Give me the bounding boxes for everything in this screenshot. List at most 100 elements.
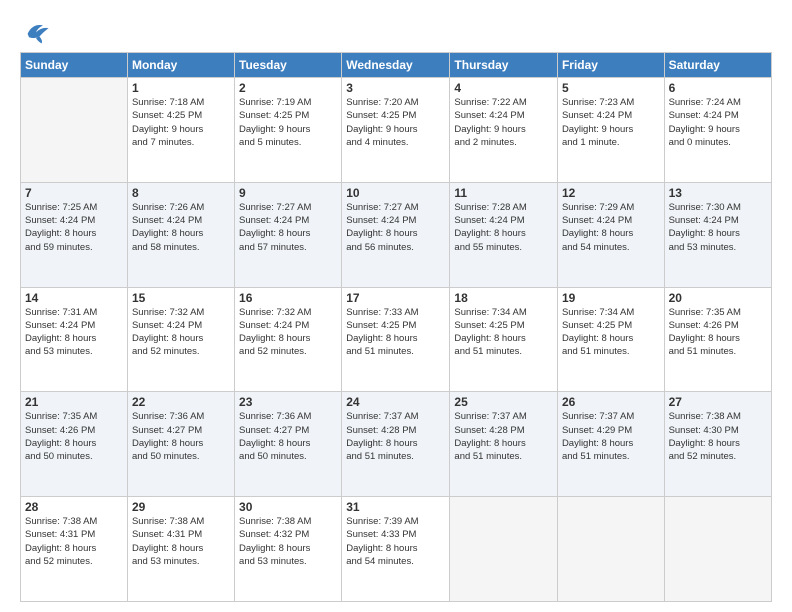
- day-number: 4: [454, 81, 553, 95]
- calendar-cell: 30Sunrise: 7:38 AMSunset: 4:32 PMDayligh…: [235, 497, 342, 602]
- day-number: 13: [669, 186, 767, 200]
- day-number: 30: [239, 500, 337, 514]
- day-info: Sunrise: 7:38 AMSunset: 4:31 PMDaylight:…: [25, 515, 123, 568]
- calendar-header-row: SundayMondayTuesdayWednesdayThursdayFrid…: [21, 53, 772, 78]
- calendar-cell: 6Sunrise: 7:24 AMSunset: 4:24 PMDaylight…: [664, 78, 771, 183]
- day-number: 16: [239, 291, 337, 305]
- weekday-header: Friday: [557, 53, 664, 78]
- day-number: 3: [346, 81, 445, 95]
- calendar-cell: 24Sunrise: 7:37 AMSunset: 4:28 PMDayligh…: [342, 392, 450, 497]
- day-info: Sunrise: 7:35 AMSunset: 4:26 PMDaylight:…: [25, 410, 123, 463]
- day-number: 18: [454, 291, 553, 305]
- day-info: Sunrise: 7:31 AMSunset: 4:24 PMDaylight:…: [25, 306, 123, 359]
- calendar-cell: 22Sunrise: 7:36 AMSunset: 4:27 PMDayligh…: [127, 392, 234, 497]
- day-info: Sunrise: 7:38 AMSunset: 4:32 PMDaylight:…: [239, 515, 337, 568]
- day-info: Sunrise: 7:22 AMSunset: 4:24 PMDaylight:…: [454, 96, 553, 149]
- day-info: Sunrise: 7:29 AMSunset: 4:24 PMDaylight:…: [562, 201, 660, 254]
- calendar-cell: 18Sunrise: 7:34 AMSunset: 4:25 PMDayligh…: [450, 287, 558, 392]
- day-info: Sunrise: 7:37 AMSunset: 4:28 PMDaylight:…: [454, 410, 553, 463]
- calendar-cell: 4Sunrise: 7:22 AMSunset: 4:24 PMDaylight…: [450, 78, 558, 183]
- calendar-cell: 13Sunrise: 7:30 AMSunset: 4:24 PMDayligh…: [664, 182, 771, 287]
- day-info: Sunrise: 7:37 AMSunset: 4:28 PMDaylight:…: [346, 410, 445, 463]
- calendar-cell: 12Sunrise: 7:29 AMSunset: 4:24 PMDayligh…: [557, 182, 664, 287]
- day-number: 22: [132, 395, 230, 409]
- calendar-cell: 16Sunrise: 7:32 AMSunset: 4:24 PMDayligh…: [235, 287, 342, 392]
- calendar-cell: 26Sunrise: 7:37 AMSunset: 4:29 PMDayligh…: [557, 392, 664, 497]
- weekday-header: Monday: [127, 53, 234, 78]
- day-info: Sunrise: 7:36 AMSunset: 4:27 PMDaylight:…: [132, 410, 230, 463]
- day-info: Sunrise: 7:39 AMSunset: 4:33 PMDaylight:…: [346, 515, 445, 568]
- calendar-cell: 10Sunrise: 7:27 AMSunset: 4:24 PMDayligh…: [342, 182, 450, 287]
- calendar-cell: [450, 497, 558, 602]
- calendar-cell: 9Sunrise: 7:27 AMSunset: 4:24 PMDaylight…: [235, 182, 342, 287]
- day-number: 5: [562, 81, 660, 95]
- day-number: 27: [669, 395, 767, 409]
- calendar-cell: 27Sunrise: 7:38 AMSunset: 4:30 PMDayligh…: [664, 392, 771, 497]
- calendar-cell: 29Sunrise: 7:38 AMSunset: 4:31 PMDayligh…: [127, 497, 234, 602]
- day-info: Sunrise: 7:33 AMSunset: 4:25 PMDaylight:…: [346, 306, 445, 359]
- day-number: 25: [454, 395, 553, 409]
- calendar-week-row: 21Sunrise: 7:35 AMSunset: 4:26 PMDayligh…: [21, 392, 772, 497]
- day-number: 2: [239, 81, 337, 95]
- header: [20, 18, 772, 42]
- day-number: 8: [132, 186, 230, 200]
- weekday-header: Wednesday: [342, 53, 450, 78]
- calendar-cell: [21, 78, 128, 183]
- day-number: 9: [239, 186, 337, 200]
- day-info: Sunrise: 7:38 AMSunset: 4:31 PMDaylight:…: [132, 515, 230, 568]
- calendar-cell: 15Sunrise: 7:32 AMSunset: 4:24 PMDayligh…: [127, 287, 234, 392]
- day-number: 11: [454, 186, 553, 200]
- calendar-week-row: 14Sunrise: 7:31 AMSunset: 4:24 PMDayligh…: [21, 287, 772, 392]
- day-info: Sunrise: 7:28 AMSunset: 4:24 PMDaylight:…: [454, 201, 553, 254]
- calendar-cell: 28Sunrise: 7:38 AMSunset: 4:31 PMDayligh…: [21, 497, 128, 602]
- day-info: Sunrise: 7:36 AMSunset: 4:27 PMDaylight:…: [239, 410, 337, 463]
- calendar-week-row: 1Sunrise: 7:18 AMSunset: 4:25 PMDaylight…: [21, 78, 772, 183]
- day-info: Sunrise: 7:30 AMSunset: 4:24 PMDaylight:…: [669, 201, 767, 254]
- day-info: Sunrise: 7:24 AMSunset: 4:24 PMDaylight:…: [669, 96, 767, 149]
- day-info: Sunrise: 7:37 AMSunset: 4:29 PMDaylight:…: [562, 410, 660, 463]
- day-number: 10: [346, 186, 445, 200]
- day-number: 29: [132, 500, 230, 514]
- day-info: Sunrise: 7:27 AMSunset: 4:24 PMDaylight:…: [239, 201, 337, 254]
- day-number: 1: [132, 81, 230, 95]
- logo: [20, 18, 50, 42]
- day-number: 15: [132, 291, 230, 305]
- calendar-cell: 14Sunrise: 7:31 AMSunset: 4:24 PMDayligh…: [21, 287, 128, 392]
- calendar-cell: 7Sunrise: 7:25 AMSunset: 4:24 PMDaylight…: [21, 182, 128, 287]
- day-number: 20: [669, 291, 767, 305]
- day-info: Sunrise: 7:34 AMSunset: 4:25 PMDaylight:…: [454, 306, 553, 359]
- day-info: Sunrise: 7:26 AMSunset: 4:24 PMDaylight:…: [132, 201, 230, 254]
- day-info: Sunrise: 7:27 AMSunset: 4:24 PMDaylight:…: [346, 201, 445, 254]
- calendar-cell: 11Sunrise: 7:28 AMSunset: 4:24 PMDayligh…: [450, 182, 558, 287]
- calendar-cell: 2Sunrise: 7:19 AMSunset: 4:25 PMDaylight…: [235, 78, 342, 183]
- calendar-cell: 19Sunrise: 7:34 AMSunset: 4:25 PMDayligh…: [557, 287, 664, 392]
- calendar-cell: 25Sunrise: 7:37 AMSunset: 4:28 PMDayligh…: [450, 392, 558, 497]
- day-info: Sunrise: 7:38 AMSunset: 4:30 PMDaylight:…: [669, 410, 767, 463]
- day-number: 28: [25, 500, 123, 514]
- day-info: Sunrise: 7:18 AMSunset: 4:25 PMDaylight:…: [132, 96, 230, 149]
- calendar-cell: 5Sunrise: 7:23 AMSunset: 4:24 PMDaylight…: [557, 78, 664, 183]
- logo-bird-icon: [22, 18, 50, 46]
- weekday-header: Sunday: [21, 53, 128, 78]
- day-info: Sunrise: 7:25 AMSunset: 4:24 PMDaylight:…: [25, 201, 123, 254]
- day-number: 21: [25, 395, 123, 409]
- calendar-cell: 3Sunrise: 7:20 AMSunset: 4:25 PMDaylight…: [342, 78, 450, 183]
- calendar-table: SundayMondayTuesdayWednesdayThursdayFrid…: [20, 52, 772, 602]
- day-info: Sunrise: 7:34 AMSunset: 4:25 PMDaylight:…: [562, 306, 660, 359]
- day-info: Sunrise: 7:19 AMSunset: 4:25 PMDaylight:…: [239, 96, 337, 149]
- calendar-week-row: 28Sunrise: 7:38 AMSunset: 4:31 PMDayligh…: [21, 497, 772, 602]
- day-info: Sunrise: 7:32 AMSunset: 4:24 PMDaylight:…: [132, 306, 230, 359]
- day-number: 14: [25, 291, 123, 305]
- day-number: 26: [562, 395, 660, 409]
- calendar-cell: 20Sunrise: 7:35 AMSunset: 4:26 PMDayligh…: [664, 287, 771, 392]
- day-info: Sunrise: 7:20 AMSunset: 4:25 PMDaylight:…: [346, 96, 445, 149]
- weekday-header: Thursday: [450, 53, 558, 78]
- day-number: 24: [346, 395, 445, 409]
- day-info: Sunrise: 7:32 AMSunset: 4:24 PMDaylight:…: [239, 306, 337, 359]
- day-number: 12: [562, 186, 660, 200]
- calendar-cell: 23Sunrise: 7:36 AMSunset: 4:27 PMDayligh…: [235, 392, 342, 497]
- calendar-week-row: 7Sunrise: 7:25 AMSunset: 4:24 PMDaylight…: [21, 182, 772, 287]
- calendar-cell: 31Sunrise: 7:39 AMSunset: 4:33 PMDayligh…: [342, 497, 450, 602]
- day-number: 19: [562, 291, 660, 305]
- weekday-header: Saturday: [664, 53, 771, 78]
